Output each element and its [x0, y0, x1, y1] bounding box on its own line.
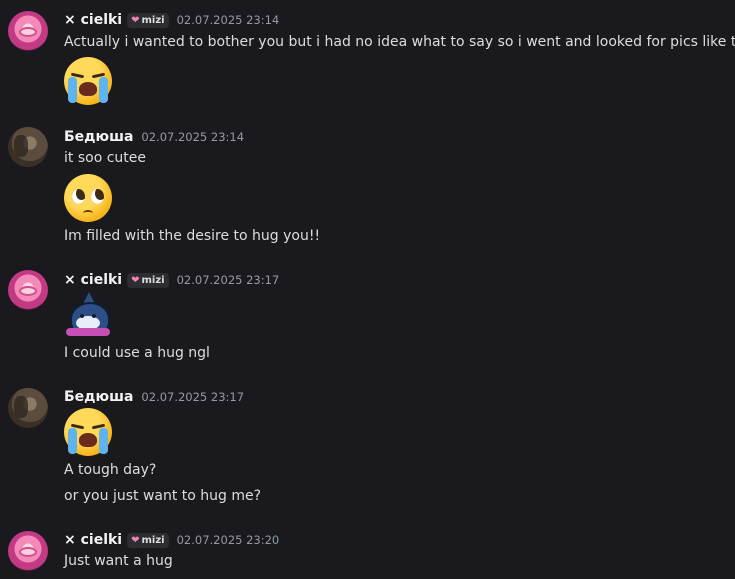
timestamp: 02.07.2025 23:20: [176, 533, 280, 547]
shark-sticker-icon[interactable]: [64, 292, 112, 340]
avatar[interactable]: [8, 11, 48, 51]
loudly-crying-emoji-icon[interactable]: [64, 408, 112, 456]
message-text: Just want a hug: [64, 553, 173, 569]
guild-tag-label: mizi: [141, 534, 165, 546]
message-text: Actually i wanted to bother you but i ha…: [64, 34, 735, 50]
heart-icon: ❤: [131, 274, 140, 286]
message-header: × cielki ❤ mizi 02.07.2025 23:20: [64, 530, 279, 550]
timestamp: 02.07.2025 23:17: [141, 390, 245, 404]
guild-tag-label: mizi: [141, 14, 165, 26]
loudly-crying-emoji-icon[interactable]: [64, 57, 112, 105]
message-text: I could use a hug ngl: [64, 345, 210, 361]
guild-tag[interactable]: ❤ mizi: [127, 272, 169, 288]
message-text: or you just want to hug me?: [64, 488, 262, 504]
guild-tag[interactable]: ❤ mizi: [127, 12, 169, 28]
avatar[interactable]: [8, 270, 48, 310]
guild-tag[interactable]: ❤ mizi: [127, 532, 169, 548]
timestamp: 02.07.2025 23:17: [176, 273, 280, 287]
message-header: Бедюша 02.07.2025 23:17: [64, 387, 244, 407]
heart-icon: ❤: [131, 534, 140, 546]
timestamp: 02.07.2025 23:14: [176, 13, 280, 27]
message-header: Бедюша 02.07.2025 23:14: [64, 127, 244, 147]
username[interactable]: × cielki: [64, 532, 122, 548]
pleading-face-emoji-icon[interactable]: [64, 174, 112, 222]
heart-icon: ❤: [131, 14, 140, 26]
avatar[interactable]: [8, 531, 48, 571]
avatar[interactable]: [8, 388, 48, 428]
message-text: it soo cutee: [64, 150, 146, 166]
message-header: × cielki ❤ mizi 02.07.2025 23:14: [64, 10, 279, 30]
message-header: × cielki ❤ mizi 02.07.2025 23:17: [64, 270, 279, 290]
username[interactable]: × cielki: [64, 272, 122, 288]
username[interactable]: Бедюша: [64, 389, 133, 405]
username[interactable]: × cielki: [64, 12, 122, 28]
avatar[interactable]: [8, 127, 48, 167]
guild-tag-label: mizi: [141, 274, 165, 286]
message-text: A tough day?: [64, 462, 157, 478]
username[interactable]: Бедюша: [64, 129, 133, 145]
timestamp: 02.07.2025 23:14: [141, 130, 245, 144]
message-text: Im filled with the desire to hug you!!: [64, 228, 321, 244]
